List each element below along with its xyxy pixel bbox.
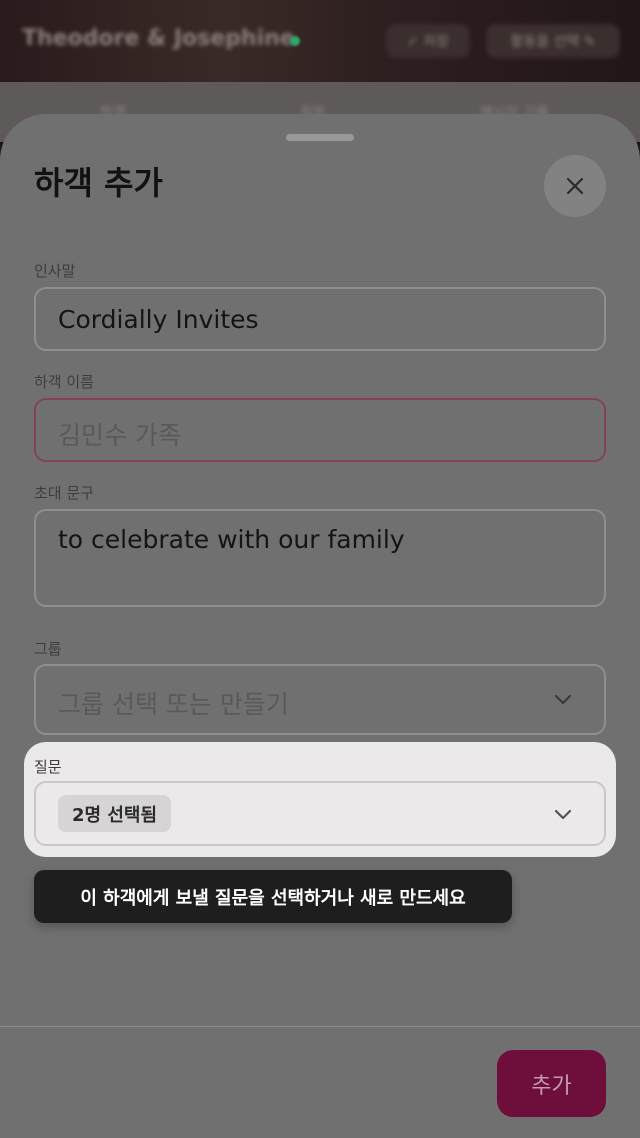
sheet-title: 하객 추가 (34, 164, 163, 202)
greeting-input[interactable]: Cordially Invites (34, 287, 606, 351)
invitation-textarea[interactable]: to celebrate with our family (34, 509, 606, 607)
chevron-down-icon (554, 694, 572, 705)
selected-questions-chip: 2명 선택됨 (58, 795, 172, 832)
chevron-down-icon (554, 809, 572, 820)
sheet-grabber[interactable] (286, 134, 354, 141)
questions-label: 질문 (34, 758, 62, 776)
group-select[interactable]: 그룹 선택 또는 만들기 (34, 664, 606, 735)
guest-name-placeholder: 김민수 가족 (58, 421, 181, 450)
close-icon (566, 177, 584, 195)
close-button[interactable] (544, 155, 606, 217)
onboarding-tooltip: 이 하객에게 보낼 질문을 선택하거나 새로 만드세요 (34, 870, 512, 923)
invitation-value: to celebrate with our family (58, 525, 405, 554)
group-label: 그룹 (34, 640, 62, 658)
online-status-dot (290, 36, 300, 46)
background-select-button: 활동을 선택 ✎ (486, 24, 620, 58)
greeting-value: Cordially Invites (58, 305, 259, 334)
guest-name-input[interactable]: 김민수 가족 (34, 398, 606, 462)
background-app-header: Theodore & Josephine ✓ 저장 활동을 선택 ✎ (0, 0, 640, 82)
invitation-label: 초대 문구 (34, 484, 94, 502)
add-guest-button[interactable]: 추가 (497, 1050, 606, 1117)
questions-select[interactable]: 2명 선택됨 (34, 781, 606, 846)
background-app-title: Theodore & Josephine (22, 26, 295, 51)
group-placeholder: 그룹 선택 또는 만들기 (58, 690, 289, 719)
background-save-button: ✓ 저장 (386, 24, 470, 58)
guest-name-label: 하객 이름 (34, 373, 94, 391)
add-guest-sheet: 하객 추가 인사말 Cordially Invites 하객 이름 김민수 가족… (0, 114, 640, 1138)
greeting-label: 인사말 (34, 262, 76, 280)
footer-divider (0, 1026, 640, 1027)
